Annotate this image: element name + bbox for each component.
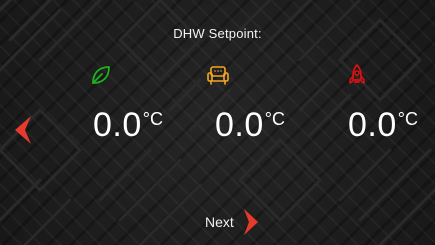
next-button[interactable]: Next xyxy=(205,208,259,236)
boost-setpoint-unit: °C xyxy=(397,109,418,129)
comfort-setpoint-unit: °C xyxy=(264,109,285,129)
armchair-icon xyxy=(206,63,230,87)
boost-setpoint-value[interactable]: 0.0°C xyxy=(348,108,418,142)
dhw-setpoint-screen: DHW Setpoint: 0.0°C 0.0°C 0.0°C Next xyxy=(0,0,435,245)
next-button-label: Next xyxy=(205,214,234,230)
rocket-icon xyxy=(345,63,369,87)
comfort-setpoint-value[interactable]: 0.0°C xyxy=(215,108,285,142)
chevron-left-icon xyxy=(15,116,31,144)
boost-setpoint-number: 0.0 xyxy=(348,106,397,144)
leaf-icon xyxy=(89,63,113,87)
comfort-setpoint-number: 0.0 xyxy=(215,106,264,144)
eco-setpoint-number: 0.0 xyxy=(93,106,142,144)
previous-button[interactable] xyxy=(13,115,33,145)
page-title: DHW Setpoint: xyxy=(173,26,262,41)
chevron-right-icon xyxy=(243,208,259,236)
eco-setpoint-value[interactable]: 0.0°C xyxy=(93,108,163,142)
eco-setpoint-unit: °C xyxy=(142,109,163,129)
